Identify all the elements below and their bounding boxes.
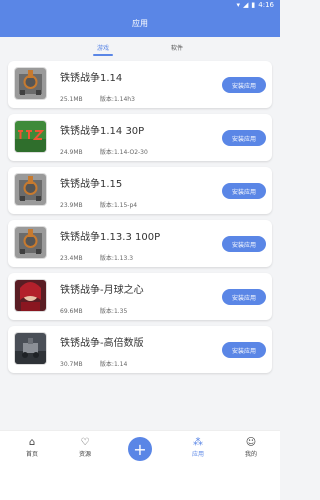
app-meta: 25.1MB 版本:1.14h3 xyxy=(60,94,135,103)
nav-home-label: 首页 xyxy=(25,451,38,458)
app-size: 30.7MB xyxy=(60,361,83,368)
list-item[interactable]: 铁锈战争1.14 30P 24.9MB 版本:1.14-O2-30 安装应用 xyxy=(8,114,272,161)
list-item[interactable]: 铁锈战争-月球之心 69.6MB 版本:1.35 安装应用 xyxy=(8,273,272,320)
apps-icon: ⁂ xyxy=(193,437,203,448)
tab-software[interactable]: 软件 xyxy=(167,41,187,54)
rusted-warfare-icon xyxy=(14,67,47,100)
nav-mine-label: 我的 xyxy=(244,451,257,458)
install-button[interactable]: 安装应用 xyxy=(222,289,266,305)
nav-apps[interactable]: ⁂ 应用 xyxy=(170,437,226,458)
install-button[interactable]: 安装应用 xyxy=(222,236,266,252)
list-item[interactable]: 铁锈战争1.13.3 100P 23.4MB 版本:1.13.3 安装应用 xyxy=(8,220,272,267)
bottom-nav: ⌂ 首页 ♡ 资源 + ⁂ 应用 ☺ 我的 xyxy=(0,430,280,500)
app-size: 23.4MB xyxy=(60,255,83,262)
app-meta: 23.4MB 版本:1.13.3 xyxy=(60,253,133,262)
app-title: 铁锈战争-月球之心 xyxy=(60,285,144,296)
app-version: 版本:1.14h3 xyxy=(99,96,135,103)
app-version: 版本:1.14 xyxy=(99,361,128,368)
app-size: 24.9MB xyxy=(60,149,83,156)
app-title: 铁锈战争1.13.3 100P xyxy=(60,232,161,243)
app-title: 铁锈战争1.15 xyxy=(60,179,123,190)
app-meta: 30.7MB 版本:1.14 xyxy=(60,359,127,368)
moon-heart-icon xyxy=(14,279,47,312)
add-button[interactable]: + xyxy=(128,437,152,461)
plus-icon: + xyxy=(133,439,147,459)
install-button[interactable]: 安装应用 xyxy=(222,183,266,199)
tab-games[interactable]: 游戏 xyxy=(92,41,114,56)
app-size: 23.9MB xyxy=(60,202,83,209)
app-size: 69.6MB xyxy=(60,308,83,315)
app-version: 版本:1.14-O2-30 xyxy=(99,149,148,156)
status-time: 4:16 xyxy=(258,1,274,9)
install-button[interactable]: 安装应用 xyxy=(222,130,266,146)
rts-icon xyxy=(14,120,47,153)
install-button[interactable]: 安装应用 xyxy=(222,77,266,93)
app-header: 应用 xyxy=(0,10,280,37)
heart-icon: ♡ xyxy=(80,437,90,448)
status-bar: ▾ ◢ ▮ 4:16 xyxy=(0,0,280,10)
category-tabs: 游戏 软件 xyxy=(0,37,280,57)
nav-resources-label: 资源 xyxy=(78,451,91,458)
nav-apps-label: 应用 xyxy=(191,451,204,458)
rusted-warfare-icon xyxy=(14,226,47,259)
app-title: 铁锈战争1.14 xyxy=(60,73,123,84)
list-item[interactable]: 铁锈战争1.14 25.1MB 版本:1.14h3 安装应用 xyxy=(8,61,272,108)
nav-home[interactable]: ⌂ 首页 xyxy=(4,437,60,458)
app-size: 25.1MB xyxy=(60,96,83,103)
nav-resources[interactable]: ♡ 资源 xyxy=(57,437,113,458)
install-button[interactable]: 安装应用 xyxy=(222,342,266,358)
nav-mine[interactable]: ☺ 我的 xyxy=(223,437,279,458)
app-version: 版本:1.15-p4 xyxy=(99,202,138,209)
page-title: 应用 xyxy=(132,19,148,28)
app-version: 版本:1.35 xyxy=(99,308,128,315)
battery-icon: ▮ xyxy=(251,1,256,9)
rusted-warfare-icon xyxy=(14,173,47,206)
signal-icon: ◢ xyxy=(243,1,249,9)
home-icon: ⌂ xyxy=(28,437,36,448)
app-meta: 24.9MB 版本:1.14-O2-30 xyxy=(60,147,148,156)
user-icon: ☺ xyxy=(245,437,257,448)
list-item[interactable]: 铁锈战争1.15 23.9MB 版本:1.15-p4 安装应用 xyxy=(8,167,272,214)
wifi-icon: ▾ xyxy=(236,1,241,9)
high-multiplier-icon xyxy=(14,332,47,365)
list-item[interactable]: 铁锈战争-高倍数版 30.7MB 版本:1.14 安装应用 xyxy=(8,326,272,373)
app-title: 铁锈战争1.14 30P xyxy=(60,126,145,137)
app-meta: 69.6MB 版本:1.35 xyxy=(60,306,127,315)
app-meta: 23.9MB 版本:1.15-p4 xyxy=(60,200,137,209)
app-version: 版本:1.13.3 xyxy=(99,255,134,262)
app-title: 铁锈战争-高倍数版 xyxy=(60,338,144,349)
